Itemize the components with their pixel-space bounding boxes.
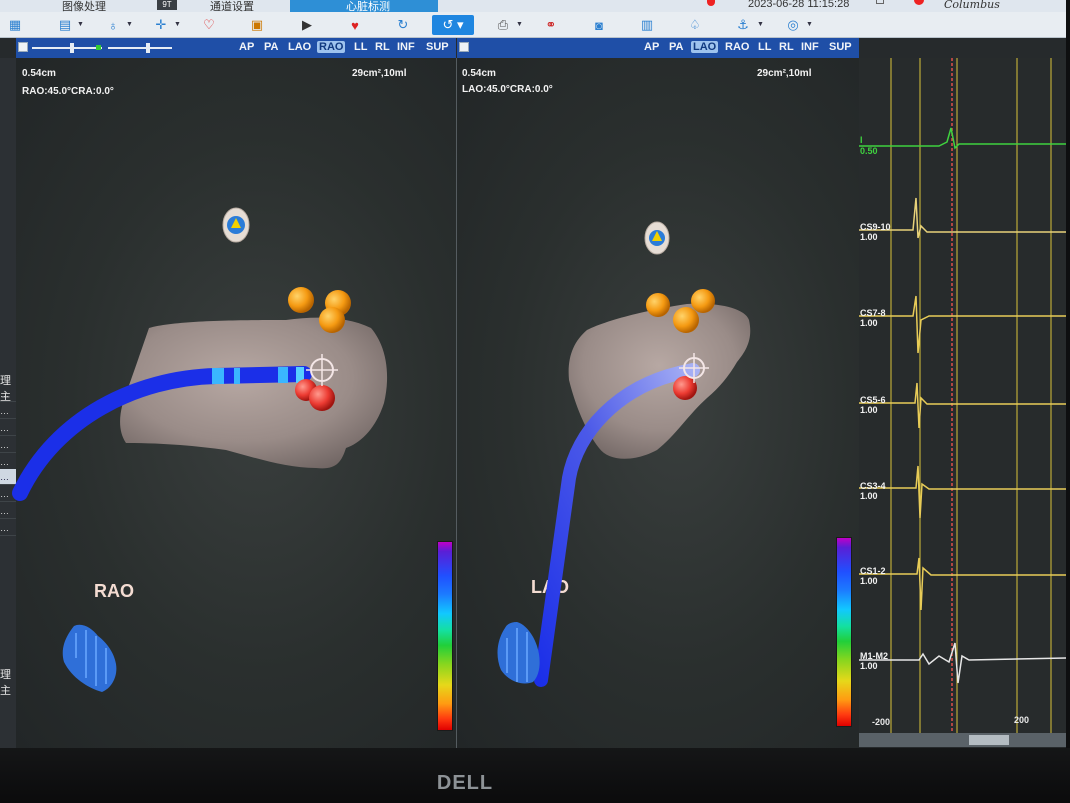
channel-name: M1-M2 — [860, 651, 889, 661]
monitor-brand-logo: DELL — [436, 772, 494, 794]
minimize-icon[interactable] — [876, 0, 884, 4]
list-item[interactable]: … — [0, 437, 16, 453]
egm-traces — [859, 58, 1066, 733]
view-checkbox[interactable] — [18, 42, 28, 52]
anchor-icon[interactable]: ⚓ — [732, 15, 754, 35]
datetime: 2023-06-28 11:15:28 — [748, 0, 850, 10]
menu-icon-box[interactable]: 9T — [157, 0, 177, 10]
print-icon[interactable]: ⎙ — [492, 15, 514, 35]
toolbar: ▦ ▤ ▼ ♁ ▼ ✛ ▼ ♡ ▣ ▶ ♥ ↻ ↺ ▾ ⎙ ▼ ⚭ ◙ ▥ ♤ … — [0, 12, 1066, 38]
channel-gain: 1.00 — [860, 661, 878, 671]
colormap-icon[interactable]: ▣ — [246, 15, 268, 35]
view-rao-active[interactable]: RAO — [317, 41, 346, 53]
brand-logo: Columbus — [944, 0, 1000, 11]
lao-view-toolbar: AP PA LAO RAO LL RL INF SUP — [457, 38, 859, 58]
channel-name: CS3-4 — [860, 481, 886, 491]
axis-min-label: -200 — [872, 717, 891, 727]
channel-gain: 1.00 — [860, 405, 878, 415]
channel-name: I — [860, 135, 863, 145]
layout-icon[interactable]: ▦ — [4, 15, 26, 35]
lao-orientation-heart-icon — [497, 622, 540, 684]
channel-gain: 0.50 — [860, 146, 878, 156]
view-inf[interactable]: INF — [397, 41, 415, 53]
record-indicator-icon — [707, 0, 715, 6]
catheter-curve-icon[interactable]: ↺ ▾ — [432, 15, 474, 35]
slider-marker-icon — [96, 45, 101, 50]
lao-viewport[interactable]: 0.54cm LAO:45.0°CRA:0.0° 29cm²,10ml LAO — [457, 58, 859, 748]
scrollbar-thumb[interactable] — [969, 735, 1009, 745]
opacity-slider-track[interactable] — [32, 47, 102, 49]
play-icon[interactable]: ▶ — [296, 15, 318, 35]
view-rao[interactable]: RAO — [725, 41, 749, 53]
target-icon[interactable]: ◎ — [782, 15, 804, 35]
list-item[interactable]: … — [0, 420, 16, 436]
view-pa[interactable]: PA — [264, 41, 278, 53]
rao-orientation-heart-icon — [62, 624, 117, 692]
heart-icon[interactable]: ♡ — [198, 15, 220, 35]
list-item[interactable]: … — [0, 386, 16, 402]
view-rl[interactable]: RL — [375, 41, 390, 53]
view-ll[interactable]: LL — [354, 41, 367, 53]
view-checkbox[interactable] — [459, 42, 469, 52]
view-sup[interactable]: SUP — [829, 41, 852, 53]
channel-gain: 1.00 — [860, 576, 878, 586]
side-label-2: 理 主 — [0, 669, 11, 697]
network-icon[interactable]: ⚭ — [540, 15, 562, 35]
channel-name: CS9-10 — [860, 222, 891, 232]
axis-max-label: 200 — [1014, 715, 1030, 725]
egm-signals-panel[interactable]: I 0.50 CS9-10 1.00 CS7-8 1.00 CS5-6 1.00… — [859, 58, 1066, 733]
channel-name: CS5-6 — [860, 395, 886, 405]
close-icon[interactable] — [914, 0, 924, 5]
menu-item-cardiac-mapping[interactable]: 心脏标测 — [290, 0, 438, 13]
monitor: 图像处理 9T 通道设置 心脏标测 2023-06-28 11:15:28 Co… — [0, 0, 1070, 803]
channel-gain: 1.00 — [860, 318, 878, 328]
camera-icon[interactable]: ◙ — [588, 15, 610, 35]
report-icon[interactable]: ▥ — [636, 15, 658, 35]
rao-view-toolbar: AP PA LAO RAO LL RL INF SUP — [16, 38, 456, 58]
view-pa[interactable]: PA — [669, 41, 683, 53]
view-sup[interactable]: SUP — [426, 41, 449, 53]
rao-viewport[interactable]: 0.54cm RAO:45.0°CRA:0.0° 29cm²,10ml RAO — [12, 58, 456, 748]
zoom-slider-knob[interactable] — [146, 43, 150, 53]
lungs-icon[interactable]: ♤ — [684, 15, 706, 35]
lao-scene — [497, 221, 751, 687]
view-ap[interactable]: AP — [239, 41, 254, 53]
zoom-slider-track[interactable] — [108, 47, 172, 49]
panel-icon[interactable]: ▤ — [54, 15, 76, 35]
crosshair-icon[interactable]: ✛ — [150, 15, 172, 35]
menu-strip: 图像处理 9T 通道设置 心脏标测 2023-06-28 11:15:28 Co… — [0, 0, 1066, 13]
channel-name: CS7-8 — [860, 308, 886, 318]
screen: 图像处理 9T 通道设置 心脏标测 2023-06-28 11:15:28 Co… — [0, 0, 1066, 748]
list-item[interactable]: … — [0, 503, 16, 519]
list-item[interactable]: … — [0, 454, 16, 470]
rao-scene — [12, 207, 388, 692]
monitor-bezel — [0, 748, 1070, 803]
signals-scrollbar[interactable] — [859, 733, 1066, 747]
ecg-icon[interactable]: ♥ — [344, 15, 366, 35]
list-item[interactable]: … — [0, 403, 16, 419]
opacity-slider-knob[interactable] — [70, 43, 74, 53]
view-ap[interactable]: AP — [644, 41, 659, 53]
side-panel: 理 主 … … … … … … … … … 理 主 — [0, 58, 16, 748]
view-lao-active[interactable]: LAO — [691, 41, 719, 53]
channel-gain: 1.00 — [860, 232, 878, 242]
channel-name: CS1-2 — [860, 566, 886, 576]
view-rl[interactable]: RL — [779, 41, 794, 53]
view-inf[interactable]: INF — [801, 41, 819, 53]
view-ll[interactable]: LL — [758, 41, 771, 53]
channel-gain: 1.00 — [860, 491, 878, 501]
rao-heart-mesh — [120, 317, 388, 469]
view-lao[interactable]: LAO — [288, 41, 311, 53]
list-item-selected[interactable]: … — [0, 469, 16, 485]
list-item[interactable]: … — [0, 520, 16, 536]
catheter-icon[interactable]: ♁ — [102, 15, 124, 35]
loop-icon[interactable]: ↻ — [392, 15, 414, 35]
